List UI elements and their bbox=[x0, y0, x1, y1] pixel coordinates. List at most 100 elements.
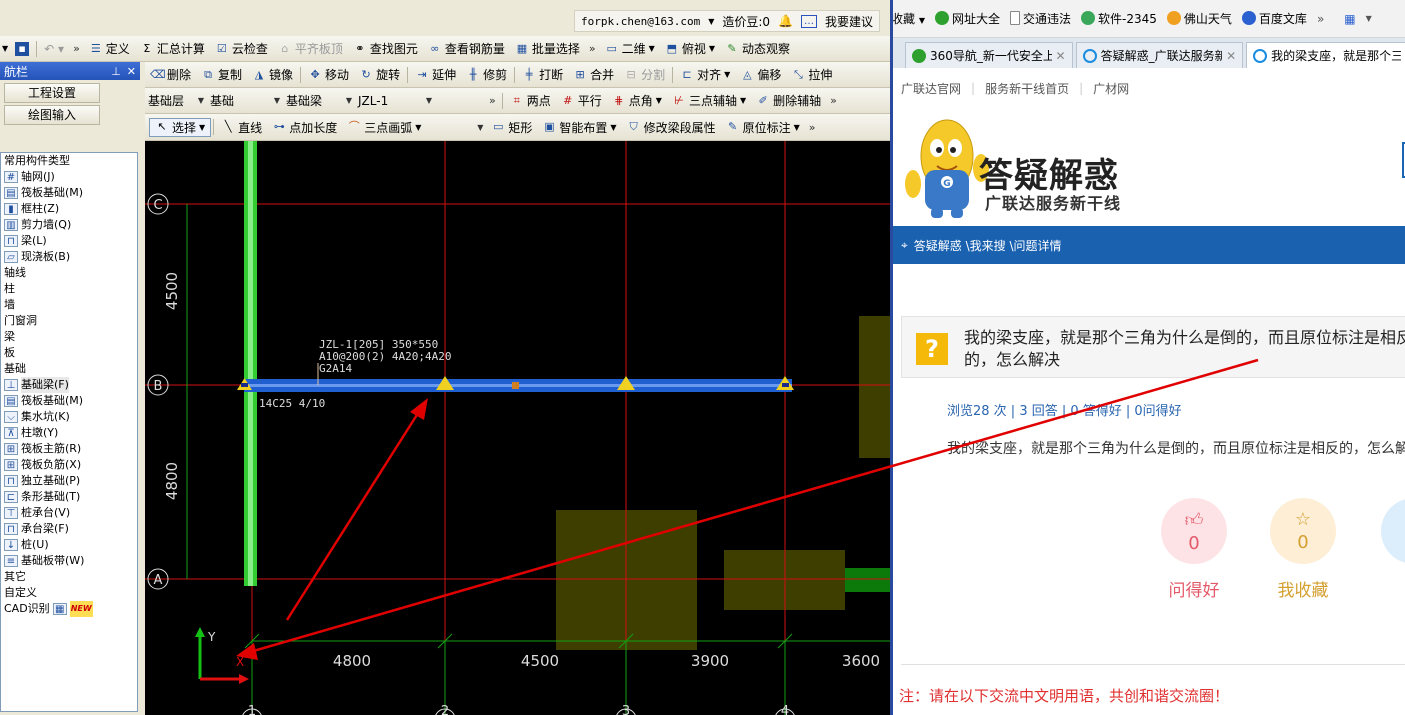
strip-footing[interactable] bbox=[845, 568, 890, 592]
three-point-axis-dropdown[interactable]: ⊬ 三点辅轴 ▼ bbox=[667, 91, 751, 111]
three-point-arc-dropdown[interactable]: ⌒ 三点画弧 ▼ bbox=[342, 117, 426, 137]
move-button[interactable]: ✥ 移动 bbox=[303, 65, 354, 85]
third-action[interactable]: 我 bbox=[1381, 498, 1405, 601]
modify-span-button[interactable]: ⛉ 修改梁段属性 bbox=[622, 117, 721, 137]
tree-item[interactable]: 其它 bbox=[1, 569, 137, 585]
in-situ-annotation-dropdown[interactable]: ✎ 原位标注 ▼ bbox=[721, 117, 805, 137]
link-gcw[interactable]: 广材网 bbox=[1093, 80, 1129, 97]
tree-item[interactable]: 自定义 bbox=[1, 585, 137, 601]
point-length-button[interactable]: ⊶ 点加长度 bbox=[267, 117, 342, 137]
tree-item[interactable]: CAD识别 ▦ NEW bbox=[1, 601, 137, 617]
tree-item[interactable]: ▱ 现浇板(B) bbox=[1, 249, 137, 265]
rectangle-button[interactable]: ▭ 矩形 bbox=[486, 117, 537, 137]
beam-annotation-line-3[interactable]: G2A14 bbox=[319, 362, 352, 375]
bookmark-item[interactable]: 交通违法 bbox=[1010, 10, 1071, 27]
view-rebar-button[interactable]: ∞ 查看钢筋量 bbox=[423, 39, 510, 59]
pin-icon[interactable]: ⊥ bbox=[111, 65, 121, 78]
tree-item[interactable]: 门窗洞 bbox=[1, 313, 137, 329]
category-select[interactable]: 基础 ▼ bbox=[207, 92, 283, 110]
view-direction-dropdown[interactable]: ⬒ 俯视 ▼ bbox=[660, 39, 720, 59]
tree-item[interactable]: ⌵ 集水坑(K) bbox=[1, 409, 137, 425]
layer-select[interactable]: 基础层 ▼ bbox=[145, 92, 207, 110]
tree-item[interactable]: # 轴网(J) bbox=[1, 169, 137, 185]
break-button[interactable]: ╪ 打断 bbox=[517, 65, 568, 85]
trim-button[interactable]: ╫ 修剪 bbox=[461, 65, 512, 85]
tree-item[interactable]: ↓ 桩(U) bbox=[1, 537, 137, 553]
drawing-canvas[interactable]: JZL-1[205] 350*550 A10@200(2) 4A20;4A20 … bbox=[145, 141, 890, 715]
toolbar-overflow-icon[interactable]: » bbox=[69, 42, 84, 55]
link-service-home[interactable]: 服务新干线首页 bbox=[985, 80, 1069, 97]
tree-item[interactable]: ▤ 筏板基础(M) bbox=[1, 185, 137, 201]
tree-item[interactable]: ▮ 框柱(Z) bbox=[1, 201, 137, 217]
toolbar-overflow-icon[interactable]: » bbox=[805, 121, 820, 134]
tree-item[interactable]: ⊞ 筏板负筋(X) bbox=[1, 457, 137, 473]
mirror-button[interactable]: ◮ 镜像 bbox=[247, 65, 298, 85]
tree-item[interactable]: 柱 bbox=[1, 281, 137, 297]
tree-item[interactable]: ▥ 剪力墙(Q) bbox=[1, 217, 137, 233]
toolbar-overflow-icon[interactable]: » bbox=[485, 94, 500, 107]
browser-tab[interactable]: 答疑解惑_广联达服务新干线 ✕ bbox=[1075, 42, 1244, 68]
bookmark-item[interactable]: 百度文库 bbox=[1241, 10, 1307, 27]
copy-button[interactable]: ⧉ 复制 bbox=[196, 65, 247, 85]
like-circle[interactable]: 👍︎ 0 bbox=[1161, 498, 1227, 564]
close-tab-icon[interactable]: ✕ bbox=[1056, 49, 1066, 63]
tree-item[interactable]: 轴线 bbox=[1, 265, 137, 281]
align-dropdown[interactable]: ⊏ 对齐 ▼ bbox=[675, 65, 735, 85]
link-glodon-official[interactable]: 广联达官网 bbox=[901, 80, 961, 97]
rotate-button[interactable]: ↻ 旋转 bbox=[354, 65, 405, 85]
toolbar-overflow-icon[interactable]: » bbox=[826, 94, 841, 107]
close-icon[interactable]: ✕ bbox=[127, 65, 136, 78]
drawing-svg[interactable]: JZL-1[205] 350*550 A10@200(2) 4A20;4A20 … bbox=[145, 141, 890, 715]
dynamic-view-button[interactable]: ✎ 动态观察 bbox=[720, 39, 795, 59]
third-circle[interactable] bbox=[1381, 498, 1405, 564]
offset-button[interactable]: ◬ 偏移 bbox=[735, 65, 786, 85]
drawing-input-button[interactable]: 绘图输入 bbox=[4, 105, 100, 125]
summary-calc-button[interactable]: Σ 汇总计算 bbox=[135, 39, 210, 59]
undo-icon[interactable]: ↶ ▾ bbox=[39, 39, 69, 59]
delete-button[interactable]: ⌫ 删除 bbox=[145, 65, 196, 85]
chevron-down-icon[interactable]: ▼ bbox=[708, 17, 714, 26]
merge-button[interactable]: ⊞ 合并 bbox=[568, 65, 619, 85]
footing-block[interactable] bbox=[859, 316, 890, 458]
tree-item[interactable]: ⊥ 基础梁(F) bbox=[1, 377, 137, 393]
browser-tab-active[interactable]: 我的梁支座，就是那个三角 bbox=[1246, 42, 1405, 68]
tree-item[interactable]: ≡ 基础板带(W) bbox=[1, 553, 137, 569]
stretch-button[interactable]: ⤡ 拉伸 bbox=[786, 65, 837, 85]
bookmark-item[interactable]: 网址大全 bbox=[935, 10, 1000, 27]
select-dropdown[interactable]: ↖ 选择 ▼ bbox=[149, 117, 212, 137]
cloud-check-button[interactable]: ☑ 云检查 bbox=[210, 39, 273, 59]
two-points-button[interactable]: ⌗ 两点 bbox=[505, 91, 556, 111]
delete-axis-button[interactable]: ✐ 删除辅轴 bbox=[751, 91, 826, 111]
tree-item[interactable]: ⊓ 梁(L) bbox=[1, 233, 137, 249]
split-button[interactable]: ⊟ 分割 bbox=[619, 65, 670, 85]
apps-grid-icon[interactable]: ▦ bbox=[1344, 12, 1355, 26]
dropdown-arrow-icon[interactable]: ▼ bbox=[0, 39, 10, 59]
project-settings-button[interactable]: 工程设置 bbox=[4, 83, 100, 103]
line-button[interactable]: ╲ 直线 bbox=[216, 117, 267, 137]
view-mode-dropdown[interactable]: ▭ 二维 ▼ bbox=[600, 39, 660, 59]
suggest-link[interactable]: 我要建议 bbox=[825, 13, 873, 30]
tree-item[interactable]: 墙 bbox=[1, 297, 137, 313]
point-angle-dropdown[interactable]: ⋕ 点角 ▼ bbox=[607, 91, 667, 111]
bookmark-item[interactable]: 佛山天气 bbox=[1166, 10, 1232, 27]
favorite-circle[interactable]: ☆ 0 bbox=[1270, 498, 1336, 564]
tree-item[interactable]: ⊓ 承台梁(F) bbox=[1, 521, 137, 537]
tree-item[interactable]: ⊏ 条形基础(T) bbox=[1, 489, 137, 505]
question-meta[interactable]: 浏览28 次 | 3 回答 | 0 答得好 | 0问得好 bbox=[947, 400, 1182, 419]
member-select[interactable]: JZL-1 ▼ bbox=[355, 92, 435, 110]
account-email[interactable]: forpk.chen@163.com bbox=[581, 15, 700, 28]
draw-option-select[interactable]: ▼ bbox=[426, 118, 486, 136]
tree-item[interactable]: 梁 bbox=[1, 329, 137, 345]
batch-select-button[interactable]: ▦ 批量选择 bbox=[510, 39, 585, 59]
tree-item[interactable]: 常用构件类型 bbox=[1, 153, 137, 169]
tree-item[interactable]: ⊓ 独立基础(P) bbox=[1, 473, 137, 489]
beam-midpoint-grip[interactable] bbox=[512, 382, 519, 389]
tree-item[interactable]: 基础 bbox=[1, 361, 137, 377]
bookmark-favorites[interactable]: 收藏 ▼ bbox=[893, 10, 925, 27]
bell-icon[interactable]: 🔔 bbox=[778, 14, 793, 28]
beam-bottom-note[interactable]: 14C25 4/10 bbox=[259, 397, 325, 410]
tree-item[interactable]: ⊤ 桩承台(V) bbox=[1, 505, 137, 521]
save-icon[interactable]: ▪ bbox=[10, 39, 34, 59]
tree-item[interactable]: ⊞ 筏板主筋(R) bbox=[1, 441, 137, 457]
extend-button[interactable]: ⇥ 延伸 bbox=[410, 65, 461, 85]
